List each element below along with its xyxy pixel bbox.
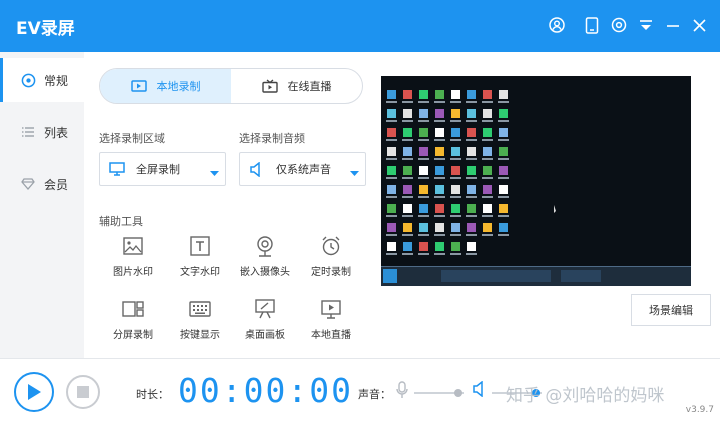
text-icon [189, 235, 211, 257]
sidebar: 常规 列表 会员 [0, 52, 84, 358]
tab-local-record[interactable]: 本地录制 [100, 69, 231, 103]
webcam-icon [254, 235, 276, 257]
alarm-icon [320, 235, 342, 257]
settings-icon[interactable] [608, 14, 630, 36]
area-select[interactable]: 全屏录制 [99, 152, 226, 186]
play-icon [28, 384, 41, 400]
sidebar-item-label: 常规 [44, 73, 69, 88]
screen-preview [381, 76, 691, 286]
stop-record-button[interactable] [66, 375, 100, 409]
microphone-icon[interactable] [396, 381, 408, 402]
image-icon [122, 235, 144, 257]
audio-label: 选择录制音频 [239, 132, 305, 145]
tool-local-live[interactable]: 本地直播 [299, 298, 363, 341]
scene-edit-button[interactable]: 场景编辑 [631, 294, 711, 326]
start-record-button[interactable] [14, 372, 54, 412]
duration-label: 时长： [136, 388, 169, 401]
mode-toggle: 本地录制 在线直播 [99, 68, 363, 104]
desktop-preview-image [381, 76, 691, 286]
user-icon[interactable] [546, 14, 568, 36]
sidebar-item-member[interactable]: 会员 [0, 162, 84, 206]
tool-key-display[interactable]: 按键显示 [168, 298, 232, 341]
menu-icon[interactable] [635, 14, 657, 36]
tv-icon [261, 79, 278, 93]
tool-text-watermark[interactable]: 文字水印 [168, 235, 232, 278]
audio-select-value: 仅系统声音 [276, 163, 331, 176]
tool-image-watermark[interactable]: 图片水印 [101, 235, 165, 278]
monitor-icon [108, 161, 126, 177]
tool-desktop-board[interactable]: 桌面画板 [233, 298, 297, 341]
audio-select[interactable]: 仅系统声音 [239, 152, 366, 186]
easel-icon [254, 298, 276, 320]
area-label: 选择录制区域 [99, 132, 165, 145]
diamond-icon [20, 176, 36, 192]
title-bar: EV录屏 [0, 0, 720, 52]
sidebar-item-general[interactable]: 常规 [0, 58, 84, 102]
app-title: EV录屏 [16, 19, 75, 39]
main-panel: 本地录制 在线直播 选择录制区域 选择录制音频 全屏录制 仅系统声音 辅助工具 [84, 52, 720, 358]
area-select-value: 全屏录制 [136, 163, 180, 176]
close-icon[interactable] [688, 14, 710, 36]
tool-scheduled-record[interactable]: 定时录制 [299, 235, 363, 278]
settings-icon [20, 72, 36, 88]
stop-icon [77, 386, 89, 398]
sidebar-item-list[interactable]: 列表 [0, 110, 84, 154]
record-timer: 00:00:00 [178, 371, 353, 410]
list-icon [20, 124, 36, 140]
chevron-down-icon [350, 167, 359, 180]
monitor-play-icon [320, 298, 342, 320]
record-video-icon [130, 80, 147, 92]
speaker-icon [248, 161, 266, 177]
tools-label: 辅助工具 [99, 215, 143, 228]
split-screen-icon [122, 298, 144, 320]
sidebar-item-label: 会员 [44, 177, 69, 192]
mic-volume-knob[interactable] [454, 389, 462, 397]
volume-label: 声音： [358, 388, 391, 401]
speaker-icon[interactable] [473, 380, 487, 400]
phone-icon[interactable] [581, 14, 603, 36]
version-label: v3.9.7 [685, 405, 714, 415]
tool-split-screen[interactable]: 分屏录制 [101, 298, 165, 341]
bottom-bar: 时长： 00:00:00 声音： 知乎 @刘哈哈的妈咪 v3.9.7 [0, 358, 720, 426]
sidebar-item-label: 列表 [44, 125, 69, 140]
keyboard-icon [189, 298, 211, 320]
tab-live-stream[interactable]: 在线直播 [231, 69, 362, 103]
minimize-icon[interactable] [662, 14, 684, 36]
watermark-text: 知乎 @刘哈哈的妈咪 [506, 386, 665, 406]
chevron-down-icon [210, 167, 219, 180]
tool-embed-webcam[interactable]: 嵌入摄像头 [233, 235, 297, 278]
